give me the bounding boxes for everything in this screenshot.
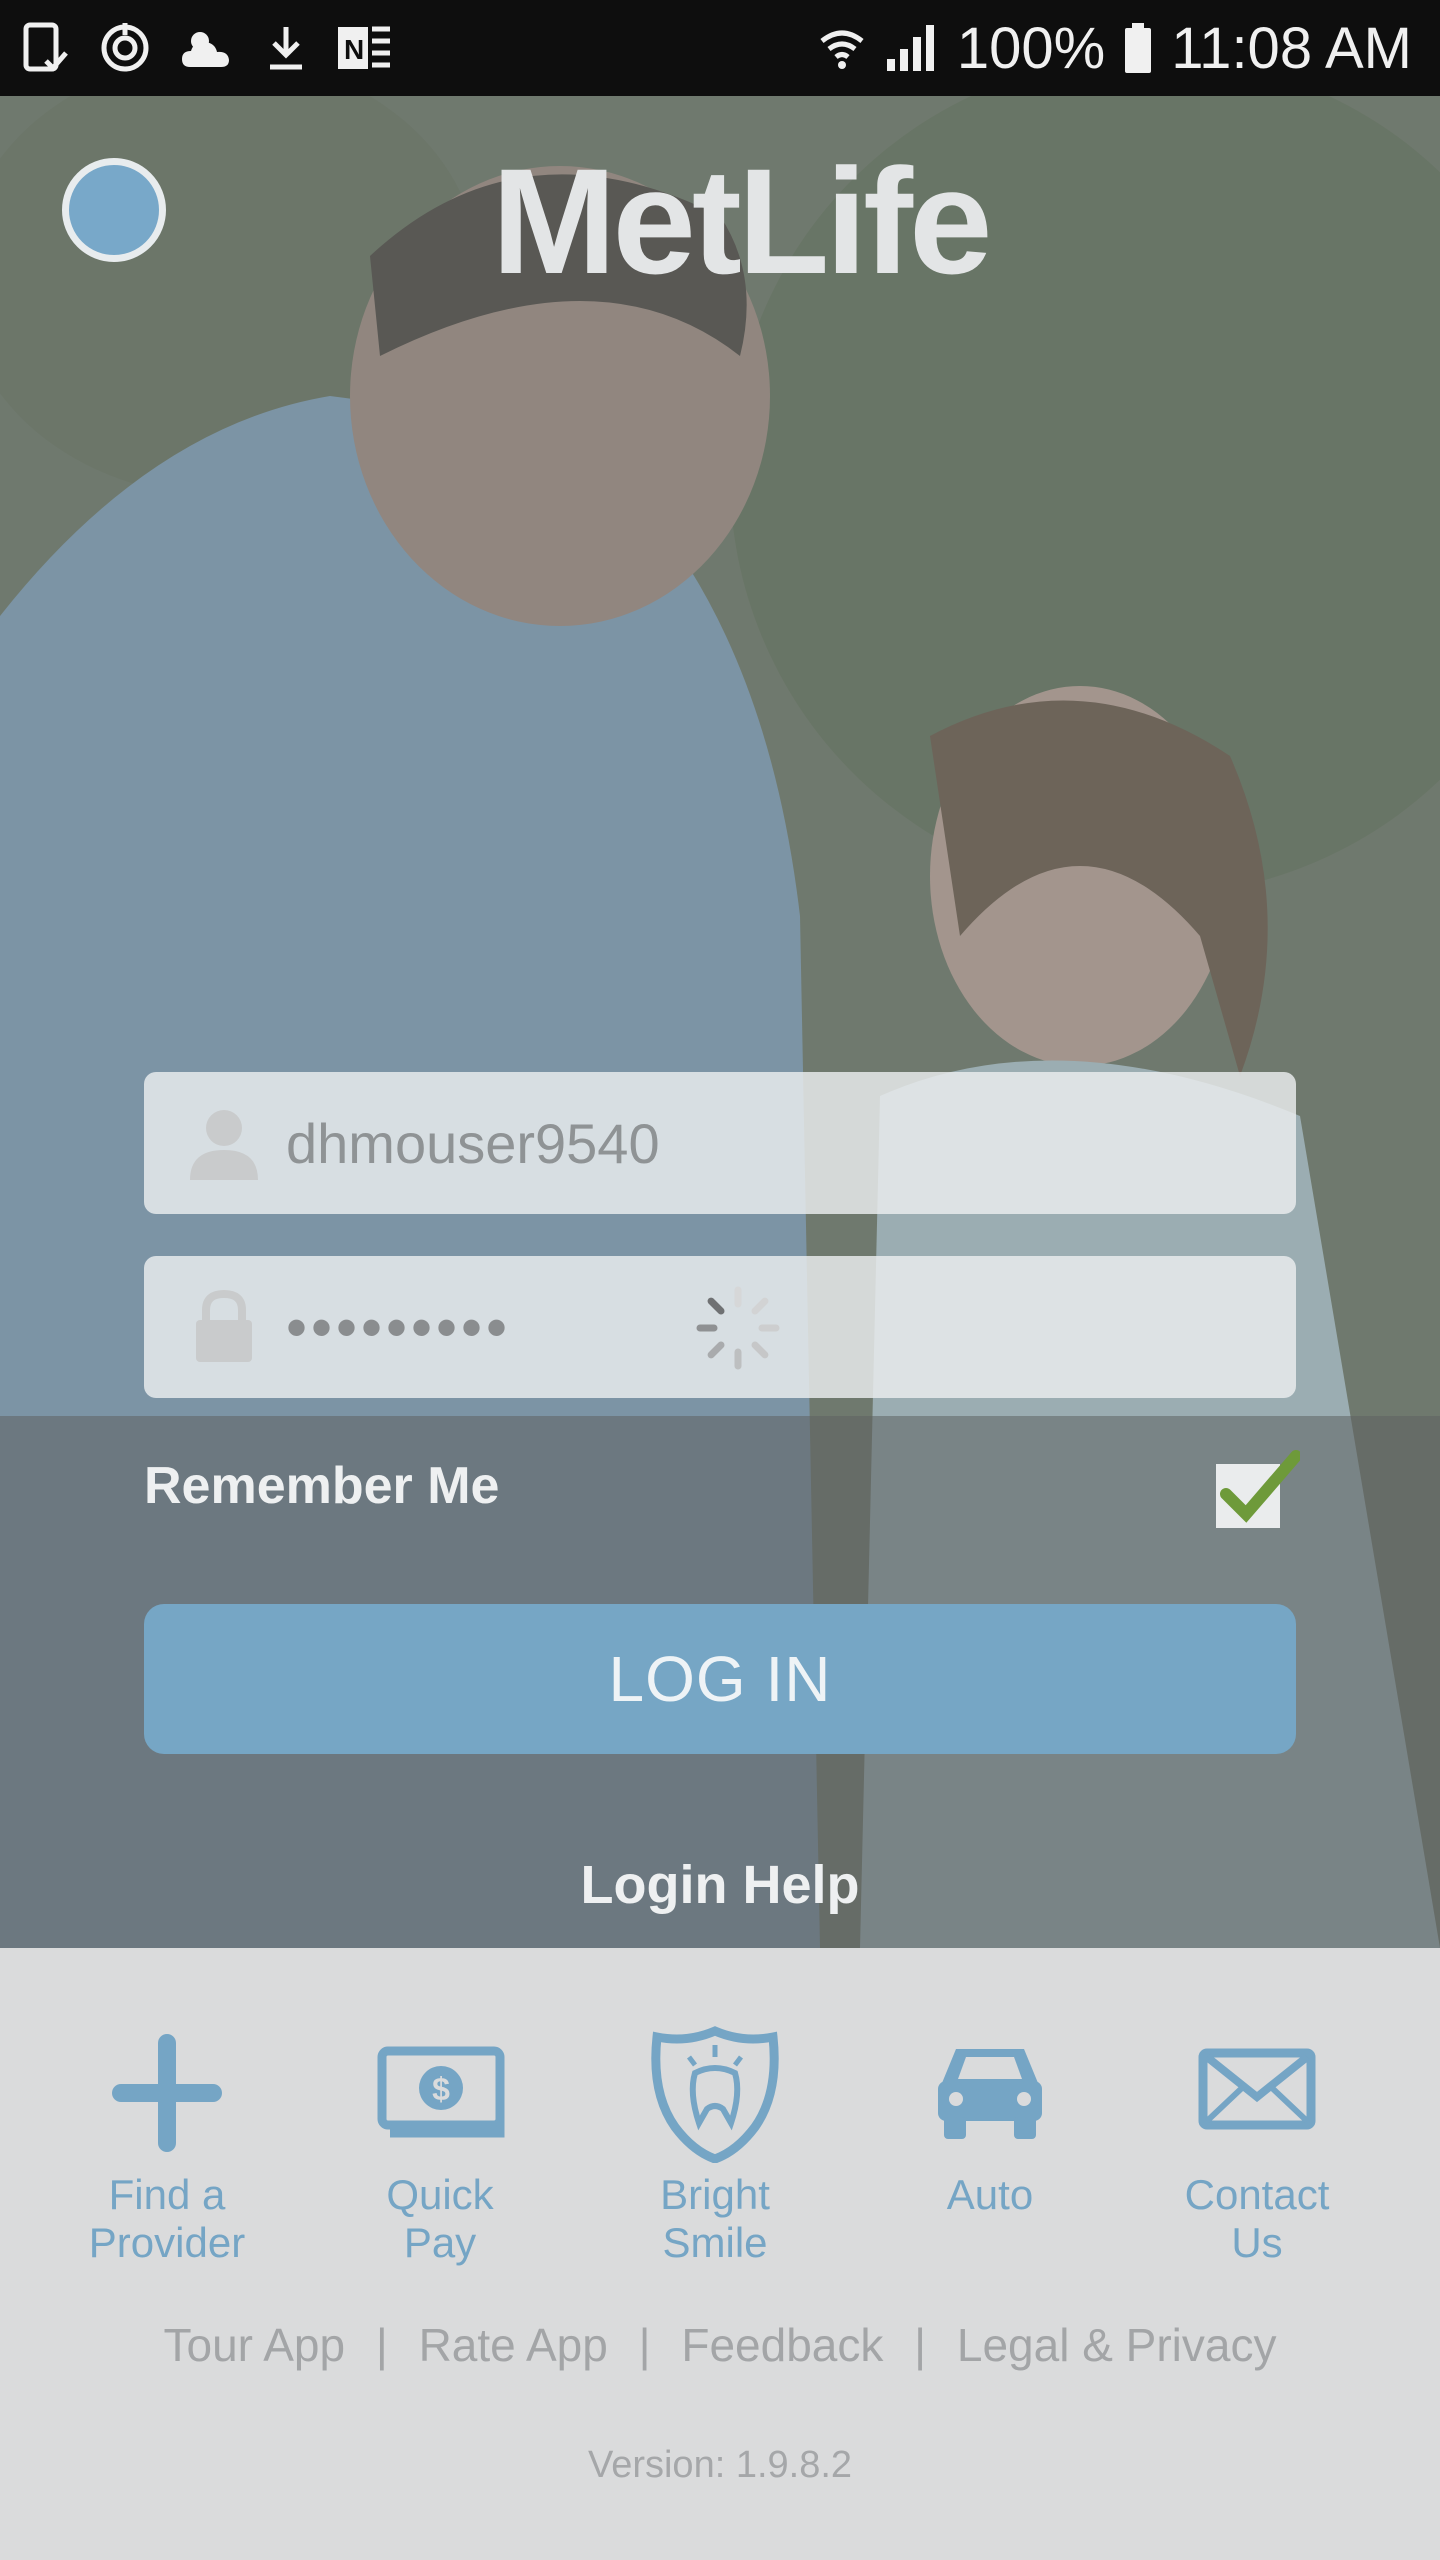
login-help-link[interactable]: Login Help — [0, 1854, 1440, 1916]
system-status: 100% 11:08 AM — [817, 0, 1412, 96]
battery-icon — [1125, 23, 1152, 73]
download-icon — [270, 27, 302, 70]
metlife-logo: MetLife — [491, 137, 993, 305]
shortcut-label: Contact Us — [1184, 2171, 1330, 2266]
user-icon — [190, 1110, 258, 1180]
svg-text:$: $ — [432, 2071, 450, 2107]
wifi-icon — [820, 30, 864, 69]
tablet-check-icon — [23, 22, 68, 72]
svg-text:N: N — [344, 34, 364, 65]
checkmark-icon — [1220, 1450, 1300, 1523]
password-field[interactable] — [144, 1256, 1296, 1398]
shortcut-find-provider[interactable]: Find a Provider — [47, 2023, 287, 2267]
signal-icon — [886, 25, 934, 71]
rate-app-link[interactable]: Rate App — [419, 2319, 608, 2371]
car-icon — [938, 2049, 1042, 2139]
footer-separator: | — [914, 2319, 927, 2371]
hero-login-area: MetLife Remember Me — [0, 96, 1440, 1948]
shortcut-auto[interactable]: Auto — [870, 2023, 1110, 2219]
remember-me-checkbox[interactable] — [1216, 1450, 1300, 1528]
clock: 11:08 AM — [1171, 15, 1412, 81]
shortcut-contact-us[interactable]: Contact Us — [1137, 2023, 1377, 2267]
tour-app-link[interactable]: Tour App — [163, 2319, 345, 2371]
app-version: Version: 1.9.8.2 — [587, 2444, 853, 2486]
shortcut-bright-smile[interactable]: Bright Smile — [595, 2023, 835, 2267]
shortcut-label: Bright Smile — [660, 2171, 770, 2266]
notification-icons: N — [22, 18, 394, 78]
feedback-link[interactable]: Feedback — [681, 2319, 883, 2371]
sync-icon — [101, 23, 149, 72]
plus-icon — [112, 2034, 222, 2152]
shortcut-quick-pay[interactable]: $ Quick Pay — [320, 2023, 560, 2267]
log-in-button[interactable]: LOG IN — [144, 1604, 1296, 1754]
menu-button[interactable] — [62, 158, 166, 262]
tooth-shield-icon — [651, 2026, 779, 2163]
bottom-panel: Find a Provider $ Quick Pay Bright Smile — [0, 1948, 1440, 2560]
envelope-icon — [1198, 2048, 1316, 2130]
shortcut-label: Find a Provider — [88, 2171, 246, 2266]
lock-icon — [196, 1289, 252, 1362]
status-bar: N 100% 11:08 AM — [0, 0, 1440, 96]
loading-spinner-icon — [696, 1286, 780, 1370]
shortcut-label: Quick Pay — [386, 2171, 494, 2266]
onenote-icon: N — [338, 26, 390, 69]
username-input[interactable] — [286, 1072, 1246, 1214]
username-field[interactable] — [144, 1072, 1296, 1214]
battery-percent: 100% — [956, 15, 1106, 81]
shortcut-label: Auto — [946, 2171, 1034, 2218]
dollar-bill-icon: $ — [377, 2046, 505, 2138]
footer-separator: | — [638, 2319, 651, 2371]
footer-links: Tour App | Rate App | Feedback | Legal &… — [0, 2318, 1440, 2372]
partly-cloudy-icon — [182, 32, 229, 67]
legal-privacy-link[interactable]: Legal & Privacy — [957, 2319, 1277, 2371]
footer-separator: | — [375, 2319, 388, 2371]
remember-me-label: Remember Me — [144, 1457, 500, 1515]
